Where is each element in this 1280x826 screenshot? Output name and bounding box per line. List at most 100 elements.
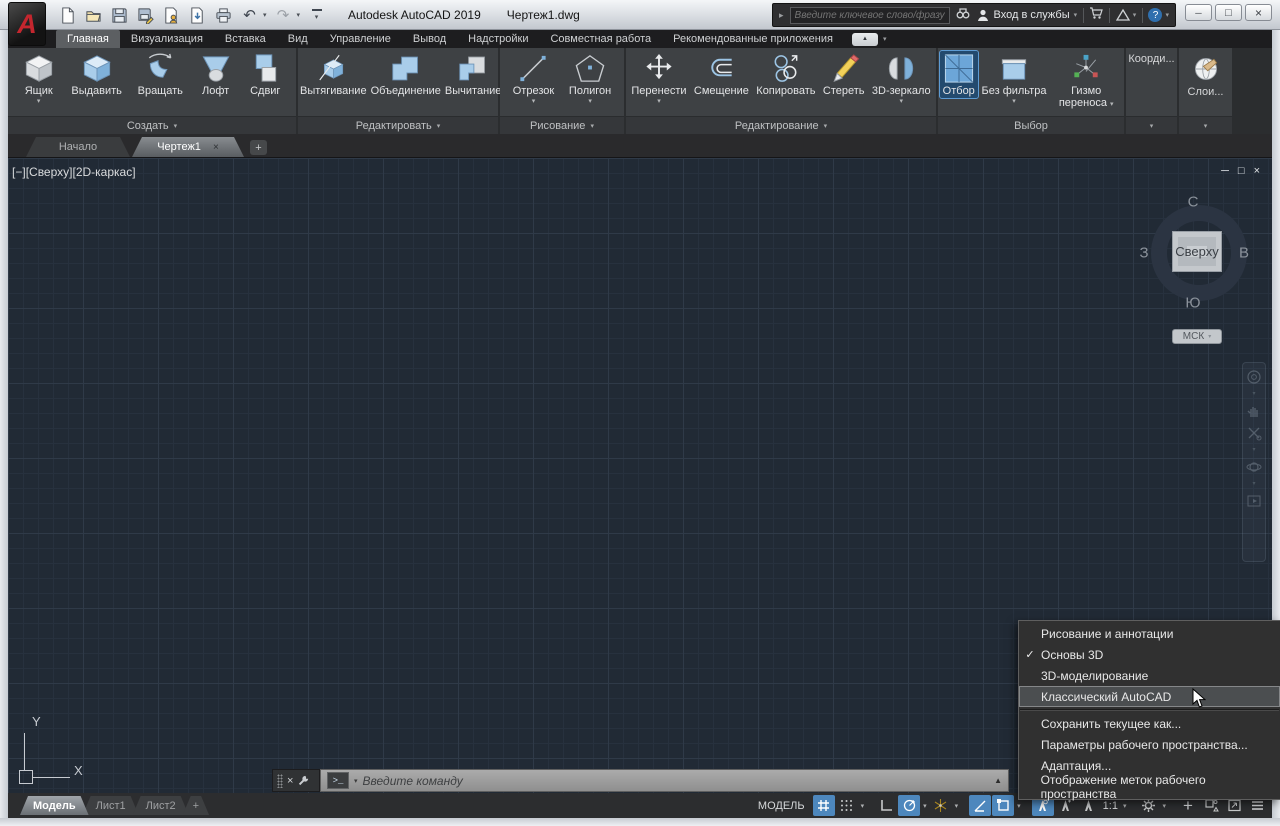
menu-item-workspace-settings[interactable]: Параметры рабочего пространства...: [1019, 734, 1280, 755]
erase-button[interactable]: Стереть: [821, 51, 867, 98]
grid-toggle[interactable]: [813, 795, 835, 816]
viewport-visual-style-control[interactable]: [2D-каркас]: [72, 165, 135, 179]
viewcube-east-label[interactable]: В: [1239, 245, 1249, 262]
window-close-button[interactable]: ×: [1245, 4, 1272, 21]
ribbon-tab-view[interactable]: Вид: [277, 30, 319, 48]
object-snap-tracking-toggle[interactable]: [969, 795, 991, 816]
new-drawing-tab-button[interactable]: +: [250, 140, 267, 155]
file-tab-start[interactable]: Начало: [26, 137, 130, 157]
annotation-scale-value[interactable]: 1:1: [1101, 800, 1120, 812]
command-line-handle[interactable]: ×: [272, 769, 320, 792]
subtract-button[interactable]: Вычитание: [443, 51, 504, 98]
zoom-button[interactable]: [1246, 425, 1262, 441]
annotation-scale-caret-icon[interactable]: ▾: [1121, 802, 1129, 810]
viewport-close-icon[interactable]: ×: [1254, 165, 1260, 177]
space-label[interactable]: МОДЕЛЬ: [758, 800, 805, 812]
viewcube-ucs-menu[interactable]: МСК ▾: [1172, 329, 1222, 344]
copy-button[interactable]: Копировать: [754, 51, 817, 98]
presspull-button[interactable]: Вытягивание: [298, 51, 369, 98]
culling-button[interactable]: Отбор: [940, 51, 978, 98]
line-button[interactable]: Отрезок ▾: [511, 51, 556, 106]
viewcube-south-label[interactable]: Ю: [1185, 295, 1200, 312]
ribbon-tab-home[interactable]: Главная: [56, 30, 120, 48]
ribbon-tab-addins[interactable]: Надстройки: [457, 30, 539, 48]
signin-button[interactable]: Вход в службы ▾: [976, 8, 1078, 22]
infocenter-collapse-icon[interactable]: ▸: [779, 10, 784, 21]
object-snap-toggle[interactable]: [992, 795, 1014, 816]
polar-tracking-toggle[interactable]: [898, 795, 920, 816]
workspace-caret-icon[interactable]: ▾: [1160, 802, 1168, 810]
open-file-button[interactable]: [84, 6, 103, 25]
viewport-minimize-icon[interactable]: ─: [1221, 165, 1229, 177]
new-file-button[interactable]: [58, 6, 77, 25]
ortho-toggle[interactable]: [875, 795, 897, 816]
help-search-input[interactable]: [790, 7, 950, 24]
command-history-up-icon[interactable]: ▲: [994, 776, 1002, 785]
ribbon-tab-output[interactable]: Вывод: [402, 30, 457, 48]
open-from-web-mobile-button[interactable]: [162, 6, 181, 25]
undo-button[interactable]: ↶: [240, 6, 259, 25]
menu-item-3d-modeling[interactable]: 3D-моделирование: [1019, 665, 1280, 686]
sweep-button[interactable]: Сдвиг: [246, 51, 284, 98]
pan-button[interactable]: [1246, 403, 1262, 419]
object-snap-caret-icon[interactable]: ▾: [1015, 802, 1023, 810]
move-gizmo-button[interactable]: Гизмо переноса ▾: [1050, 51, 1122, 110]
union-button[interactable]: Объединение: [369, 51, 443, 98]
plot-button[interactable]: [214, 6, 233, 25]
panel-coordinates-expand[interactable]: ▾: [1126, 116, 1177, 134]
viewcube-north-label[interactable]: С: [1188, 194, 1199, 211]
showmotion-button[interactable]: [1246, 493, 1262, 509]
menu-item-3d-basics[interactable]: ✓ Основы 3D: [1019, 644, 1280, 665]
app-store-button[interactable]: [1089, 6, 1103, 25]
recent-commands-caret-icon[interactable]: ▾: [354, 777, 358, 785]
orbit-button[interactable]: [1246, 459, 1262, 475]
snap-toggle[interactable]: [836, 795, 858, 816]
orbit-caret-icon[interactable]: ▾: [1252, 481, 1255, 487]
ribbon-minimize-caret-icon[interactable]: ▾: [883, 35, 887, 43]
autodesk-360-button[interactable]: ▾: [1116, 8, 1137, 22]
search-button[interactable]: [956, 6, 970, 25]
move-button[interactable]: Перенести ▾: [629, 51, 688, 106]
file-tab-drawing1[interactable]: Чертеж1 ×: [132, 137, 244, 157]
save-button[interactable]: [110, 6, 129, 25]
viewport-view-control[interactable]: [Сверху]: [26, 165, 73, 179]
drag-grip-icon[interactable]: [277, 774, 283, 788]
panel-title-draw[interactable]: Рисование ▾: [500, 116, 624, 134]
ribbon-tab-featured-apps[interactable]: Рекомендованные приложения: [662, 30, 844, 48]
command-placeholder[interactable]: Введите команду: [363, 774, 990, 788]
snap-caret-icon[interactable]: ▾: [859, 802, 867, 810]
save-to-web-mobile-button[interactable]: [188, 6, 207, 25]
ribbon-minimize-button[interactable]: ▲: [852, 33, 878, 46]
layout-tab-model[interactable]: Модель: [20, 796, 89, 815]
wheel-caret-icon[interactable]: ▾: [1252, 391, 1255, 397]
panel-title-create[interactable]: Создать ▾: [8, 116, 296, 134]
box-button[interactable]: Ящик ▾: [20, 51, 58, 106]
panel-title-selection[interactable]: Выбор: [938, 116, 1124, 134]
revolve-button[interactable]: Вращать: [136, 51, 185, 98]
undo-dropdown[interactable]: ▾: [263, 11, 267, 19]
navigation-wheel-button[interactable]: [1246, 369, 1262, 385]
menu-item-save-current-as[interactable]: Сохранить текущее как...: [1019, 713, 1280, 734]
loft-button[interactable]: Лофт: [197, 51, 235, 98]
panel-layers-expand[interactable]: ▾: [1179, 116, 1232, 134]
qat-customize-button[interactable]: ▾: [307, 6, 326, 25]
viewport-minus-control[interactable]: [−]: [12, 165, 26, 179]
ribbon-tab-collaborate[interactable]: Совместная работа: [539, 30, 662, 48]
viewcube-top-face[interactable]: Сверху: [1172, 231, 1222, 272]
panel-title-solid-editing[interactable]: Редактировать ▾: [298, 116, 498, 134]
layout-tab-layout1[interactable]: Лист1: [83, 796, 139, 815]
menu-item-drafting-annotation[interactable]: Рисование и аннотации: [1019, 623, 1280, 644]
layout-tab-layout2[interactable]: Лист2: [133, 796, 189, 815]
mirror-3d-button[interactable]: 3D-зеркало ▾: [870, 51, 933, 106]
isometric-caret-icon[interactable]: ▾: [953, 802, 961, 810]
command-input-field[interactable]: >_ ▾ Введите команду ▲: [320, 769, 1009, 792]
window-minimize-button[interactable]: ─: [1185, 4, 1212, 21]
zoom-caret-icon[interactable]: ▾: [1252, 447, 1255, 453]
save-as-button[interactable]: [136, 6, 155, 25]
no-filter-button[interactable]: Без фильтра ▾: [980, 51, 1049, 106]
new-layout-button[interactable]: +: [183, 796, 209, 815]
command-close-icon[interactable]: ×: [287, 775, 293, 787]
polygon-button[interactable]: Полигон ▾: [567, 51, 613, 106]
polar-caret-icon[interactable]: ▾: [921, 802, 929, 810]
window-maximize-button[interactable]: □: [1215, 4, 1242, 21]
